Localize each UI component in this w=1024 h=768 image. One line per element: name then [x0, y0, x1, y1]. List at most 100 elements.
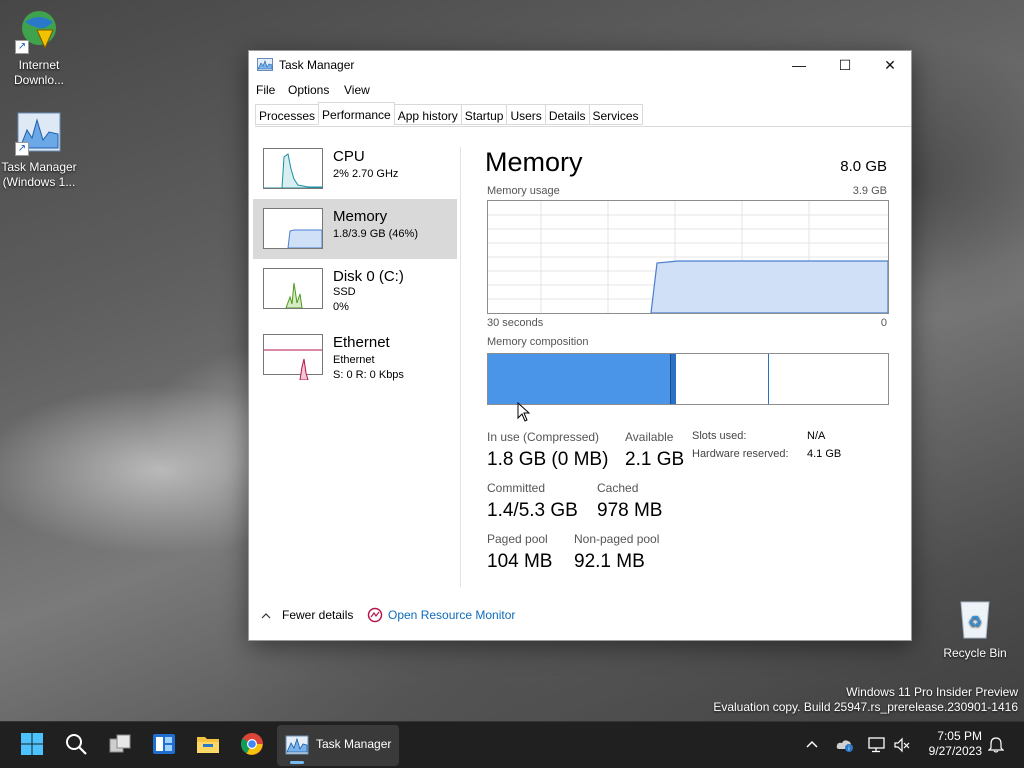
watermark-line-1: Windows 11 Pro Insider Preview — [846, 685, 1018, 699]
file-explorer-icon[interactable] — [196, 732, 220, 756]
task-manager-app-icon — [257, 58, 273, 71]
memory-usage-max: 3.9 GB — [852, 185, 887, 197]
in-use-value: 1.8 GB (0 MB) — [487, 449, 609, 470]
disk-title: Disk 0 (C:) — [333, 268, 404, 285]
internet-download-manager-icon: ↗ — [15, 8, 63, 54]
tab-performance[interactable]: Performance — [318, 102, 395, 125]
cached-label: Cached — [597, 481, 639, 495]
chevron-up-icon[interactable] — [806, 739, 818, 749]
search-icon[interactable] — [64, 732, 88, 756]
ethernet-throughput: S: 0 R: 0 Kbps — [333, 369, 404, 381]
memory-usage-graph — [487, 200, 889, 314]
tab-details[interactable]: Details — [544, 104, 590, 125]
desktop-icon-label: Task Manager (Windows 1... — [1, 160, 77, 189]
task-view-icon[interactable] — [108, 732, 132, 756]
sidebar-item-cpu[interactable]: CPU 2% 2.70 GHz — [253, 139, 457, 199]
desktop-icon-internet-download-manager[interactable]: ↗ Internet Downlo... — [0, 8, 78, 88]
memory-usage: 1.8/3.9 GB (46%) — [333, 228, 418, 240]
disk-type: SSD — [333, 286, 356, 298]
time-axis-label: 30 seconds — [487, 317, 544, 329]
resource-list: CPU 2% 2.70 GHz Memory 1.8/3.9 GB (46%) … — [253, 139, 457, 385]
task-manager-icon: ↗ — [15, 110, 63, 156]
panel-divider — [460, 147, 461, 587]
memory-total: 8.0 GB — [840, 158, 887, 175]
resource-monitor-icon — [367, 607, 383, 623]
committed-value: 1.4/5.3 GB — [487, 500, 578, 521]
mouse-cursor-icon — [517, 402, 531, 422]
network-icon[interactable] — [868, 737, 886, 753]
composition-in-use — [488, 354, 670, 404]
time-axis-end: 0 — [880, 317, 887, 329]
notification-bell-icon[interactable] — [988, 737, 1004, 753]
cached-value: 978 MB — [597, 500, 663, 521]
paged-pool-label: Paged pool — [487, 532, 548, 546]
chrome-icon[interactable] — [240, 732, 264, 756]
start-button-windows-icon[interactable] — [20, 732, 44, 756]
task-manager-taskbar-icon — [285, 735, 309, 755]
recycle-bin-icon: ♻ — [951, 596, 999, 642]
watermark-line-2: Evaluation copy. Build 25947.rs_prerelea… — [713, 700, 1018, 714]
desktop-icon-label: Internet Downlo... — [13, 58, 65, 87]
composition-modified — [670, 354, 676, 404]
taskbar: Task Manager i 7:05 PM 9/27/2023 — [0, 721, 1024, 768]
tab-users[interactable]: Users — [506, 104, 546, 125]
window-footer: Fewer details Open Resource Monitor — [249, 592, 911, 640]
hardware-reserved-value: 4.1 GB — [807, 448, 842, 460]
desktop-icon-task-manager[interactable]: ↗ Task Manager (Windows 1... — [0, 110, 78, 190]
onedrive-cloud-icon[interactable]: i — [836, 737, 854, 753]
sidebar-item-memory[interactable]: Memory 1.8/3.9 GB (46%) — [253, 199, 457, 259]
title-bar[interactable]: Task Manager — ☐ ✕ — [249, 51, 911, 79]
volume-muted-icon[interactable] — [894, 737, 910, 753]
paged-pool-value: 104 MB — [487, 551, 553, 572]
desktop-icon-label: Recycle Bin — [943, 646, 1007, 660]
menu-options[interactable]: Options — [288, 83, 329, 97]
cpu-usage: 2% 2.70 GHz — [333, 168, 399, 180]
disk-thumbnail-graph — [263, 268, 323, 309]
tab-divider — [255, 126, 911, 127]
tab-app-history[interactable]: App history — [393, 104, 462, 125]
minimize-button[interactable]: — — [776, 51, 822, 79]
windows-watermark: Windows 11 Pro Insider Preview Evaluatio… — [713, 685, 1018, 715]
tab-startup[interactable]: Startup — [460, 104, 508, 125]
ethernet-title: Ethernet — [333, 334, 390, 351]
memory-thumbnail-graph — [263, 208, 323, 249]
memory-usage-label: Memory usage — [487, 185, 560, 197]
available-value: 2.1 GB — [625, 449, 685, 470]
sidebar-item-ethernet[interactable]: Ethernet Ethernet S: 0 R: 0 Kbps — [253, 325, 457, 385]
available-label: Available — [625, 430, 674, 444]
disk-usage: 0% — [333, 301, 349, 313]
tab-processes[interactable]: Processes — [255, 104, 320, 125]
close-button[interactable]: ✕ — [867, 51, 913, 79]
committed-label: Committed — [487, 481, 546, 495]
non-paged-pool-label: Non-paged pool — [574, 532, 660, 546]
non-paged-pool-value: 92.1 MB — [574, 551, 645, 572]
cpu-thumbnail-graph — [263, 148, 323, 189]
cpu-title: CPU — [333, 148, 365, 165]
open-resource-monitor-link[interactable]: Open Resource Monitor — [388, 608, 515, 622]
chevron-up-icon — [261, 613, 271, 619]
menu-bar: File Options View — [249, 79, 911, 101]
widgets-icon[interactable] — [152, 732, 176, 756]
task-manager-window: Task Manager — ☐ ✕ File Options View Pro… — [248, 50, 912, 641]
system-clock[interactable]: 7:05 PM 9/27/2023 — [929, 729, 982, 759]
fewer-details-link[interactable]: Fewer details — [282, 608, 353, 622]
desktop-icon-recycle-bin[interactable]: ♻ Recycle Bin — [936, 596, 1014, 661]
memory-composition-label: Memory composition — [487, 336, 589, 348]
maximize-button[interactable]: ☐ — [822, 51, 868, 79]
slots-used-value: N/A — [807, 430, 826, 442]
clock-date: 9/27/2023 — [928, 744, 982, 758]
svg-text:♻: ♻ — [968, 612, 982, 631]
tab-services[interactable]: Services — [588, 104, 643, 125]
menu-view[interactable]: View — [344, 83, 370, 97]
hardware-reserved-label: Hardware reserved: — [692, 448, 789, 460]
sidebar-item-disk[interactable]: Disk 0 (C:) SSD 0% — [253, 259, 457, 319]
in-use-label: In use (Compressed) — [487, 430, 600, 444]
taskbar-task-manager-label: Task Manager — [316, 737, 392, 751]
memory-composition-bar — [487, 353, 889, 405]
composition-standby-separator — [768, 354, 769, 404]
panel-title: Memory — [485, 147, 583, 177]
ethernet-thumbnail-graph — [263, 334, 323, 381]
tab-strip: Processes Performance App history Startu… — [255, 102, 643, 126]
menu-file[interactable]: File — [256, 83, 275, 97]
slots-used-label: Slots used: — [692, 430, 747, 442]
